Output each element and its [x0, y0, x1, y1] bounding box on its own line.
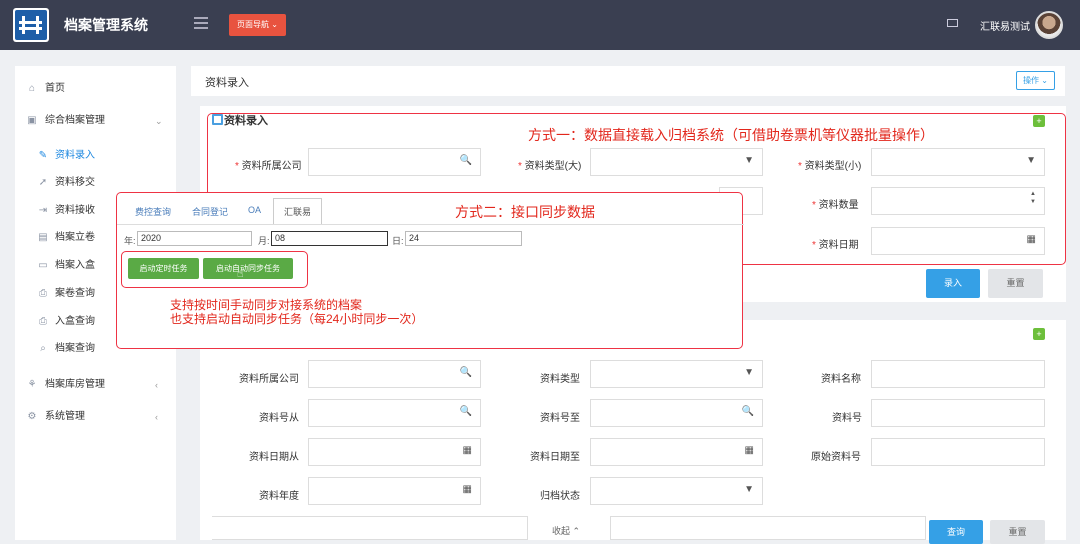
query-reset-button[interactable]: 重置	[990, 520, 1045, 544]
search-icon: ⌕	[40, 343, 46, 354]
operations-button[interactable]: 操作 ⌄	[1016, 71, 1055, 90]
chevron-left-icon: ‹	[155, 380, 158, 390]
divider-left	[212, 516, 528, 540]
divider-right	[610, 516, 926, 540]
no-input[interactable]	[871, 399, 1045, 427]
page-nav-button[interactable]: 页面导航 ⌄	[229, 14, 286, 36]
sign-in-icon: ⇥	[38, 205, 48, 216]
name-label: 资料名称	[821, 374, 861, 385]
reset-button[interactable]: 重置	[988, 269, 1043, 298]
cursor-icon: ☝	[237, 268, 244, 280]
type-label: 资料类型	[540, 374, 580, 385]
collapse-toggle[interactable]: 收起 ⌃	[552, 524, 580, 537]
method2-annotation: 方式二：接口同步数据	[455, 204, 595, 220]
search-icon[interactable]: 🔍	[460, 367, 472, 378]
date-to-label: 资料日期至	[530, 452, 580, 463]
start-auto-sync-button[interactable]: 启动自动同步任务	[203, 258, 293, 279]
calendar-icon[interactable]: ▦	[745, 445, 754, 456]
search-icon[interactable]: 🔍	[460, 406, 472, 417]
app-title: 档案管理系统	[64, 17, 148, 33]
sidebar-item-data-entry[interactable]: ✎ 资料录入	[15, 143, 176, 169]
sidebar-item-system[interactable]: ⚙ 系统管理 ‹	[15, 404, 176, 430]
archive-status-select[interactable]: ▼	[590, 477, 763, 505]
date-to-input[interactable]: ▦	[590, 438, 763, 466]
year-label: 资料年度	[259, 491, 299, 502]
sync-popup: 费控查询 合同登记 OA 汇联易 方式二：接口同步数据 年: 2020 月: 0…	[116, 192, 744, 349]
inbox-icon: ▭	[38, 260, 48, 271]
query-panel: + 资料所属公司 🔍 资料类型 ▼ 资料名称 资料号从 🔍 资料号至 🔍 资料号…	[200, 320, 1066, 544]
send-icon: ➚	[38, 177, 48, 188]
no-to-input[interactable]: 🔍	[590, 399, 763, 427]
query-type-select[interactable]: ▼	[590, 360, 763, 388]
sitemap-icon: ⚘	[27, 379, 37, 390]
chevron-down-icon: ⌄	[155, 116, 163, 126]
sidebar-item-warehouse[interactable]: ⚘ 档案库房管理 ‹	[15, 372, 176, 398]
app-logo[interactable]	[13, 8, 49, 42]
book-icon: ▤	[38, 232, 48, 243]
home-icon: ⌂	[28, 83, 36, 94]
page-title: 资料录入	[205, 77, 249, 89]
chevron-down-icon: ▼	[744, 484, 754, 495]
day-field[interactable]: 24	[405, 231, 522, 246]
avatar[interactable]	[1035, 11, 1063, 39]
no-to-label: 资料号至	[540, 413, 580, 424]
calendar-icon[interactable]: ▦	[463, 484, 472, 495]
menu-toggle-icon[interactable]	[194, 17, 208, 32]
sync-note-line1: 支持按时间手动同步对接系统的档案	[170, 298, 363, 312]
company-label: 资料所属公司	[239, 374, 299, 385]
no-from-label: 资料号从	[259, 413, 299, 424]
edit-icon: ✎	[38, 150, 48, 161]
tab-divider	[117, 224, 744, 225]
month-field-label: 月:	[258, 236, 270, 246]
top-header: 档案管理系统 页面导航 ⌄ 汇联易测试	[0, 0, 1080, 50]
query-company-input[interactable]: 🔍	[308, 360, 481, 388]
day-field-label: 日:	[392, 236, 404, 246]
user-name[interactable]: 汇联易测试	[980, 18, 1030, 33]
tab-huilianyi[interactable]: 汇联易	[284, 205, 311, 218]
orig-no-input[interactable]	[871, 438, 1045, 466]
document-icon: ▣	[27, 115, 37, 126]
expand-icon[interactable]: +	[1033, 328, 1045, 340]
date-from-label: 资料日期从	[249, 452, 299, 463]
print-icon: ⎙	[39, 316, 47, 327]
chevron-down-icon: ▼	[744, 367, 754, 378]
query-name-input[interactable]	[871, 360, 1045, 388]
tab-contract-register[interactable]: 合同登记	[192, 205, 228, 218]
date-from-input[interactable]: ▦	[308, 438, 481, 466]
calendar-icon[interactable]: ▦	[463, 445, 472, 456]
start-timed-task-button[interactable]: 启动定时任务	[128, 258, 199, 279]
method1-annotation: 方式一：数据直接载入归档系统（可借助卷票机等仪器批量操作）	[528, 127, 934, 143]
search-icon[interactable]: 🔍	[742, 406, 754, 417]
sync-note-line2: 也支持启动自动同步任务（每24小时同步一次）	[170, 312, 424, 326]
breadcrumb: 资料录入 操作 ⌄	[191, 66, 1065, 96]
search-button[interactable]: 查询	[929, 520, 983, 544]
orig-no-label: 原始资料号	[811, 452, 861, 463]
no-from-input[interactable]: 🔍	[308, 399, 481, 427]
sidebar-item-archive-mgmt[interactable]: ▣ 综合档案管理 ⌄	[15, 108, 176, 134]
no-label: 资料号	[832, 413, 862, 424]
sidebar-item-home[interactable]: ⌂ 首页	[15, 76, 176, 102]
tab-expense-query[interactable]: 费控查询	[135, 205, 171, 218]
gear-icon: ⚙	[27, 411, 37, 422]
year-field-label: 年:	[124, 236, 136, 246]
chevron-left-icon: ‹	[155, 412, 158, 422]
year-field[interactable]: 2020	[137, 231, 252, 246]
sync-note: 支持按时间手动同步对接系统的档案 也支持启动自动同步任务（每24小时同步一次）	[170, 298, 423, 326]
monitor-icon[interactable]	[947, 19, 958, 27]
submit-button[interactable]: 录入	[926, 269, 980, 298]
print-icon: ⎙	[39, 288, 47, 299]
archive-status-label: 归档状态	[540, 491, 580, 502]
year-input[interactable]: ▦	[308, 477, 481, 505]
tab-oa[interactable]: OA	[248, 205, 261, 215]
month-field[interactable]: 08	[271, 231, 388, 246]
